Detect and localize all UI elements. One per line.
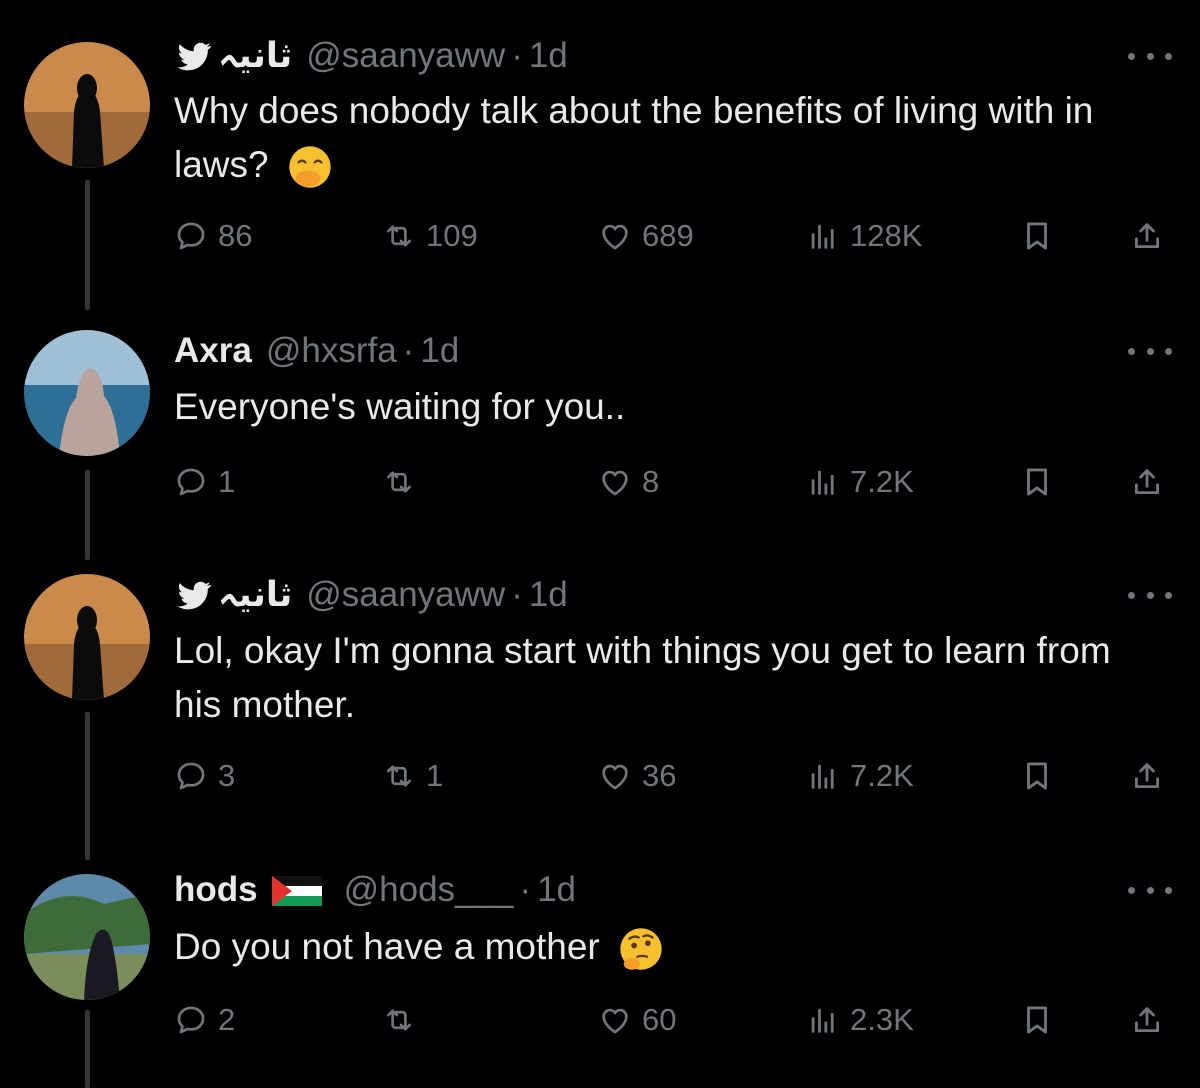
retweet-button[interactable]: 1: [382, 752, 443, 800]
share-icon[interactable]: [1130, 212, 1164, 260]
handle[interactable]: @hods___: [344, 870, 514, 910]
tweet-header: hods @hods___ · 1d: [174, 868, 576, 912]
more-icon[interactable]: [1128, 46, 1172, 66]
bookmark-icon[interactable]: [1020, 458, 1054, 506]
thread-line: [85, 180, 90, 310]
like-button[interactable]: 36: [598, 752, 676, 800]
separator: ·: [511, 575, 523, 614]
reply-count: 2: [218, 1002, 236, 1037]
tweet-actions: 3 1 36 7.2K: [174, 752, 1174, 800]
views-count: 128K: [850, 218, 923, 253]
reply-count: 86: [218, 218, 253, 253]
display-name[interactable]: Axra: [174, 331, 252, 371]
views-button[interactable]: 128K: [806, 212, 922, 260]
like-count: 689: [642, 218, 694, 253]
retweet-button[interactable]: 109: [382, 212, 478, 260]
timestamp[interactable]: 1d: [420, 331, 459, 371]
like-count: 60: [642, 1002, 677, 1037]
timestamp[interactable]: 1d: [537, 870, 576, 910]
reply-button[interactable]: 2: [174, 996, 235, 1044]
bird-icon: [174, 575, 214, 615]
reply-count: 1: [218, 464, 236, 499]
tweet-header: Axra @hxsrfa · 1d: [174, 329, 459, 373]
reply-count: 3: [218, 758, 236, 793]
bookmark-icon[interactable]: [1020, 212, 1054, 260]
like-button[interactable]: 689: [598, 212, 694, 260]
retweet-button[interactable]: [382, 996, 426, 1044]
display-name[interactable]: hods: [174, 870, 258, 910]
tweet-text: Everyone's waiting for you..: [174, 386, 626, 427]
views-button[interactable]: 7.2K: [806, 752, 914, 800]
tweet-actions: 1 8 7.2K: [174, 458, 1174, 506]
bird-icon: [174, 36, 214, 76]
tweet-text: Do you not have a mother: [174, 920, 1164, 974]
palestine-flag-icon: [271, 875, 322, 906]
like-count: 36: [642, 758, 677, 793]
thread-line: [85, 470, 90, 560]
timestamp[interactable]: 1d: [529, 575, 568, 615]
separator: ·: [402, 331, 415, 370]
tweet-text: Lol, okay I'm gonna start with things yo…: [174, 630, 1111, 725]
like-button[interactable]: 60: [598, 996, 676, 1044]
views-count: 7.2K: [850, 464, 914, 499]
handle[interactable]: @saanyaww: [306, 575, 505, 615]
avatar[interactable]: [24, 574, 150, 700]
tweet-header: ثانیہ @saanyaww · 1d: [174, 573, 568, 617]
thread-line: [85, 712, 90, 860]
retweet-count: 109: [426, 218, 478, 253]
avatar[interactable]: [24, 42, 150, 168]
display-name[interactable]: ثانیہ: [218, 36, 292, 76]
separator: ·: [511, 36, 523, 75]
tweet-actions: 86 109 689 128K: [174, 212, 1174, 260]
avatar[interactable]: [24, 874, 150, 1000]
tweet-actions: 2 60 2.3K: [174, 996, 1174, 1044]
tweet-text: Why does nobody talk about the benefits …: [174, 84, 1164, 192]
views-button[interactable]: 2.3K: [806, 996, 914, 1044]
retweet-button[interactable]: [382, 458, 426, 506]
retweet-count: 1: [426, 758, 444, 793]
views-count: 7.2K: [850, 758, 914, 793]
more-icon[interactable]: [1128, 585, 1172, 605]
handle[interactable]: @hxsrfa: [266, 331, 397, 371]
hand-over-mouth-emoji: [289, 146, 331, 188]
share-icon[interactable]: [1130, 996, 1164, 1044]
more-icon[interactable]: [1128, 341, 1172, 361]
views-count: 2.3K: [850, 1002, 914, 1037]
reply-button[interactable]: 86: [174, 212, 252, 260]
bookmark-icon[interactable]: [1020, 996, 1054, 1044]
reply-button[interactable]: 1: [174, 458, 235, 506]
share-icon[interactable]: [1130, 752, 1164, 800]
thinking-face-emoji: [620, 928, 662, 970]
bookmark-icon[interactable]: [1020, 752, 1054, 800]
timestamp[interactable]: 1d: [529, 36, 568, 76]
thread-line: [85, 1010, 90, 1088]
reply-button[interactable]: 3: [174, 752, 235, 800]
views-button[interactable]: 7.2K: [806, 458, 914, 506]
more-icon[interactable]: [1128, 880, 1172, 900]
tweet-header: ثانیہ @saanyaww · 1d: [174, 34, 568, 78]
like-count: 8: [642, 464, 660, 499]
avatar[interactable]: [24, 330, 150, 456]
separator: ·: [519, 870, 532, 909]
like-button[interactable]: 8: [598, 458, 659, 506]
share-icon[interactable]: [1130, 458, 1164, 506]
display-name[interactable]: ثانیہ: [218, 575, 292, 615]
handle[interactable]: @saanyaww: [306, 36, 505, 76]
